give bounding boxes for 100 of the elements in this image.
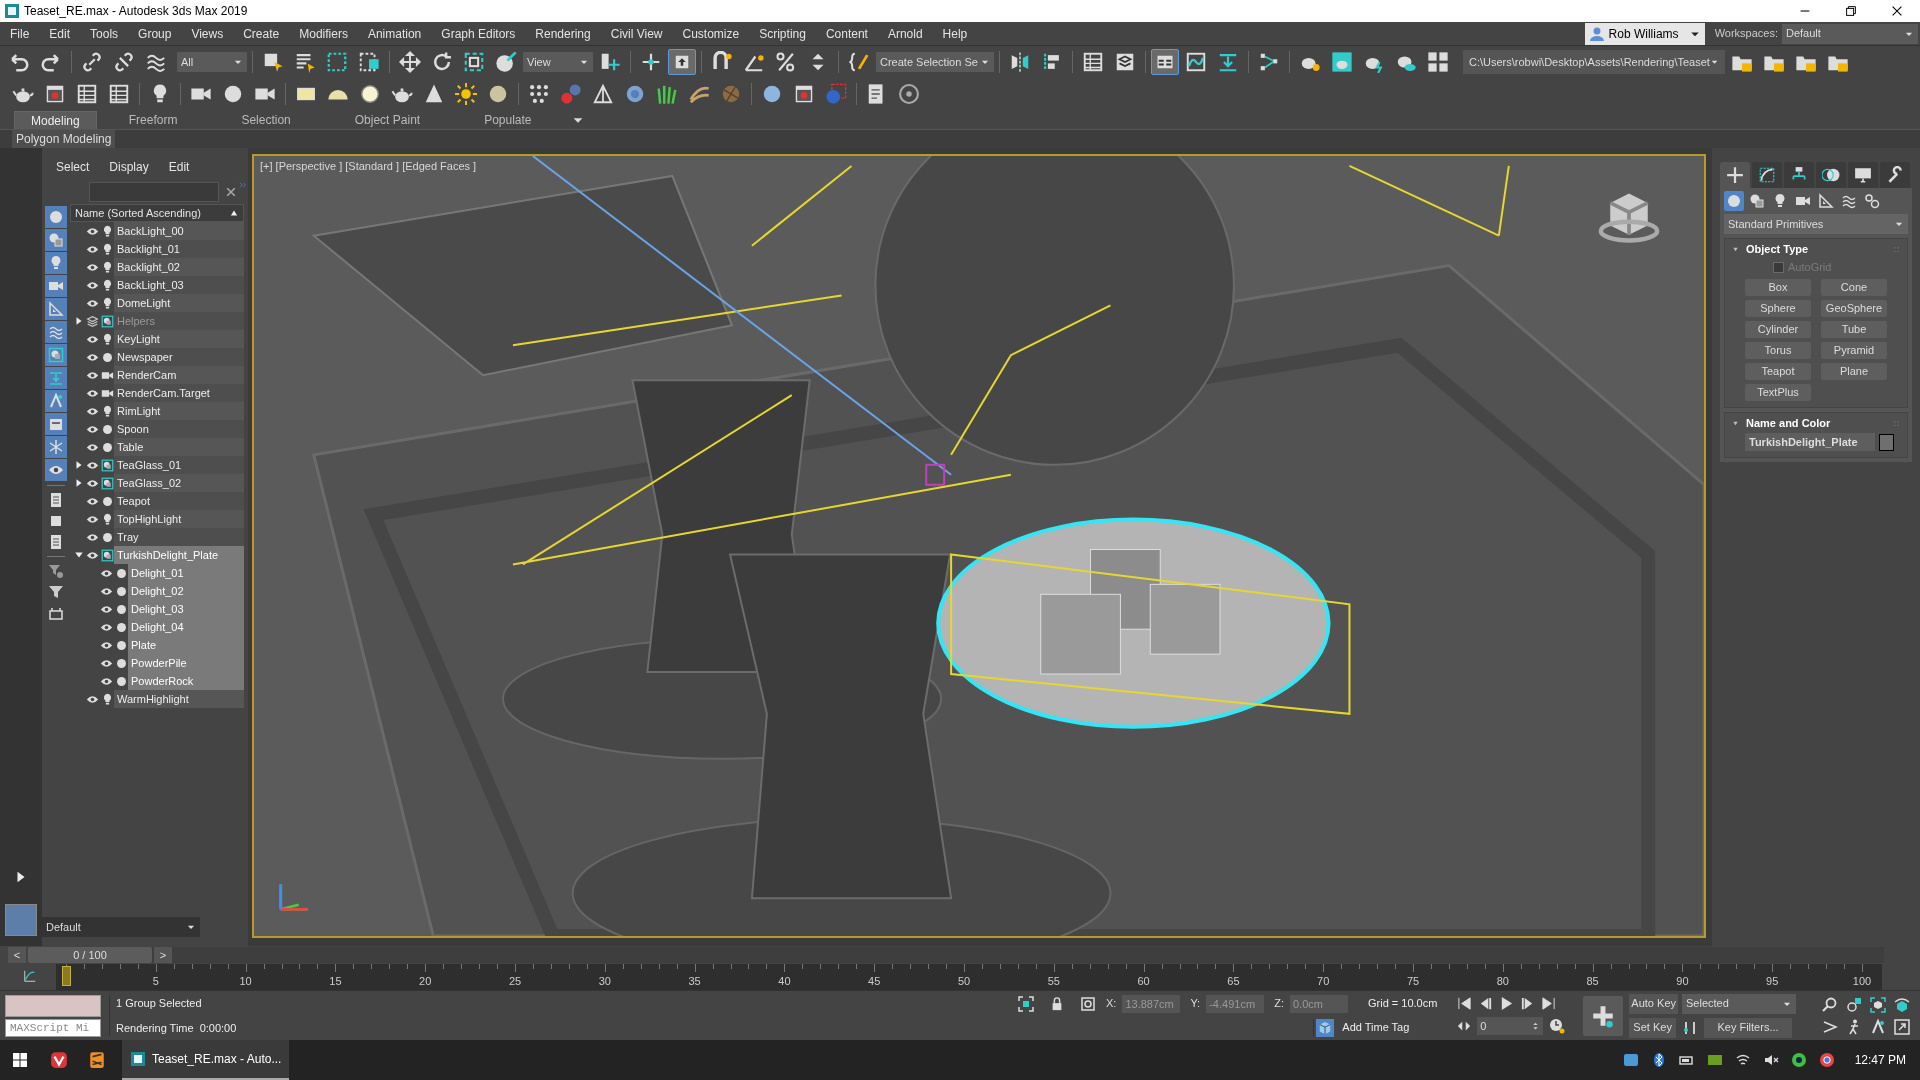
auto-key-button[interactable]: Auto Key [1629, 993, 1678, 1014]
rollout-header[interactable]: Object Type [1725, 239, 1907, 259]
object-type-button[interactable]: Torus [1745, 342, 1811, 359]
object-type-button[interactable]: Sphere [1745, 300, 1811, 317]
frame-number: 5 [152, 974, 159, 989]
object-type-button[interactable]: Tube [1821, 321, 1887, 338]
scene-object-item[interactable]: Newspaper [114, 348, 244, 366]
maxscript-input-field[interactable]: MAXScript Mi [5, 1018, 101, 1037]
scene-object-item[interactable]: PowderPile [128, 654, 244, 672]
scene-object-item[interactable]: Teapot [114, 492, 244, 510]
object-type-button[interactable]: Cylinder [1745, 321, 1811, 338]
object-type-button[interactable]: Plane [1821, 363, 1887, 380]
ribbon-tab[interactable]: Freeform [112, 111, 194, 129]
add-time-tag-button[interactable]: Add Time Tag [1313, 1018, 1410, 1037]
scene-object-item[interactable]: Spoon [114, 420, 244, 438]
account-button[interactable]: Rob Williams [1584, 22, 1705, 45]
scene-object-item[interactable]: BackLight_03 [114, 276, 244, 294]
grid-size: Grid = 10.0cm [1367, 996, 1438, 1012]
scene-object-item[interactable]: RenderCam.Target [114, 384, 244, 402]
ribbon-tab[interactable]: Selection [225, 111, 307, 129]
scene-object-item[interactable]: WarmHighlight [114, 690, 244, 708]
menu-item[interactable]: Views [181, 24, 234, 43]
rollout-header[interactable]: Name and Color [1725, 413, 1907, 433]
time-slider-thumb[interactable]: 0 / 100 [28, 947, 152, 963]
scene-object-item[interactable]: BackLight_00 [114, 222, 244, 240]
menu-item[interactable]: Rendering [525, 24, 601, 43]
frame-number: 45 [868, 974, 881, 989]
scene-object-item[interactable]: KeyLight [114, 330, 244, 348]
menu-item[interactable]: Help [932, 24, 978, 43]
key-filters-button[interactable]: Key Filters... [1704, 1017, 1792, 1038]
scene-object-item[interactable]: Delight_04 [128, 618, 244, 636]
layer-dropdown[interactable]: Default [42, 917, 200, 937]
current-frame-field[interactable]: 0 [1477, 1017, 1544, 1035]
set-key-button[interactable]: Set Key [1629, 1017, 1676, 1038]
menu-item[interactable]: Modifiers [289, 24, 358, 43]
coordinate-label: Y: [1190, 996, 1201, 1012]
scene-object-item[interactable]: RenderCam [114, 366, 244, 384]
scene-object-item[interactable]: TeaGlass_01 [114, 456, 244, 474]
object-type-button[interactable]: Teapot [1745, 363, 1811, 380]
object-type-button[interactable]: Pyramid [1821, 342, 1887, 359]
workspace-dropdown[interactable]: Default [1782, 23, 1918, 44]
explorer-menu-item[interactable]: Edit [168, 158, 190, 176]
coordinate-label: Z: [1274, 996, 1284, 1012]
scene-object-item[interactable]: RimLight [114, 402, 244, 420]
scene-object-item[interactable]: Tray [114, 528, 244, 546]
scene-object-item[interactable]: DomeLight [114, 294, 244, 312]
selection-filter-dropdown[interactable]: All [177, 52, 247, 72]
frame-number: 40 [778, 974, 791, 989]
scene-object-item[interactable]: TopHighLight [114, 510, 244, 528]
explorer-menu-item[interactable]: Display [109, 158, 149, 176]
scene-object-item[interactable]: PowderRock [128, 672, 244, 690]
viewport-label[interactable]: [+] [Perspective ] [Standard ] [Edged Faces ] [260, 158, 477, 175]
key-mode-dropdown[interactable]: Selected [1682, 993, 1796, 1014]
menu-item[interactable]: Scripting [749, 24, 816, 43]
ribbon-tab[interactable]: Object Paint [338, 111, 437, 129]
object-type-button[interactable]: Cone [1821, 279, 1887, 296]
frame-number: 95 [1766, 974, 1779, 989]
scene-object-item[interactable]: Backlight_02 [114, 258, 244, 276]
scene-object-item[interactable]: Table [114, 438, 244, 456]
previous-frame-button[interactable]: < [8, 947, 26, 963]
menu-item[interactable]: Customize [672, 24, 750, 43]
status-message: 1 Group Selected [116, 996, 203, 1011]
object-name-field[interactable]: TurkishDelight_Plate [1745, 433, 1875, 451]
primitives-dropdown[interactable]: Standard Primitives [1724, 214, 1908, 234]
frame-number: 70 [1317, 974, 1330, 989]
scene-object-item[interactable]: Delight_01 [128, 564, 244, 582]
reference-coordinate-dropdown[interactable]: View [523, 52, 593, 72]
menu-item[interactable]: Edit [39, 24, 81, 43]
menu-item[interactable]: File [0, 24, 40, 43]
column-header[interactable]: Name (Sorted Ascending) [70, 204, 244, 222]
viewport[interactable]: [+] [Perspective ] [Standard ] [Edged Faces ] [252, 154, 1706, 938]
object-type-button[interactable]: Box [1745, 279, 1811, 296]
menu-item[interactable]: Civil View [600, 24, 673, 43]
scene-object-item[interactable]: Delight_03 [128, 600, 244, 618]
ribbon-panel[interactable]: Polygon Modeling [12, 130, 116, 148]
ribbon-tab[interactable]: Modeling [14, 111, 97, 129]
user-name: Rob Williams [1608, 25, 1679, 43]
menu-item[interactable]: Create [233, 24, 290, 43]
object-type-button[interactable]: TextPlus [1745, 384, 1811, 401]
scene-object-item[interactable]: TurkishDelight_Plate [114, 546, 244, 564]
frame-number: 65 [1227, 974, 1240, 989]
ribbon-tab[interactable]: Populate [468, 111, 548, 129]
scene-object-item[interactable]: Plate [128, 636, 244, 654]
named-selection-dropdown[interactable]: Create Selection Se [876, 52, 994, 72]
scene-object-item[interactable]: TeaGlass_02 [114, 474, 244, 492]
scene-object-item[interactable]: Backlight_01 [114, 240, 244, 258]
menu-item[interactable]: Content [815, 24, 878, 43]
project-path-dropdown[interactable]: C:\Users\robwi\Desktop\Assets\Rendering\Teaset [1463, 50, 1725, 74]
menu-item[interactable]: Graph Editors [431, 24, 526, 43]
taskbar-app-button[interactable]: Teaset_RE.max - Auto... [122, 1040, 290, 1080]
menu-item[interactable]: Arnold [877, 24, 933, 43]
explorer-menu-item[interactable]: Select [56, 158, 90, 176]
menu-item[interactable]: Group [128, 24, 182, 43]
object-type-button[interactable]: GeoSphere [1821, 300, 1887, 317]
time-slider-track[interactable]: 0 / 100 > [28, 947, 1884, 963]
next-frame-button[interactable]: > [154, 947, 172, 963]
scene-object-item[interactable]: Delight_02 [128, 582, 244, 600]
menu-item[interactable]: Tools [80, 24, 129, 43]
menu-item[interactable]: Animation [357, 24, 432, 43]
timeline-track[interactable]: 5 10 15 20 25 30 35 40 45 50 55 60 65 70 75 80 85 90 95 100 [56, 964, 1882, 990]
